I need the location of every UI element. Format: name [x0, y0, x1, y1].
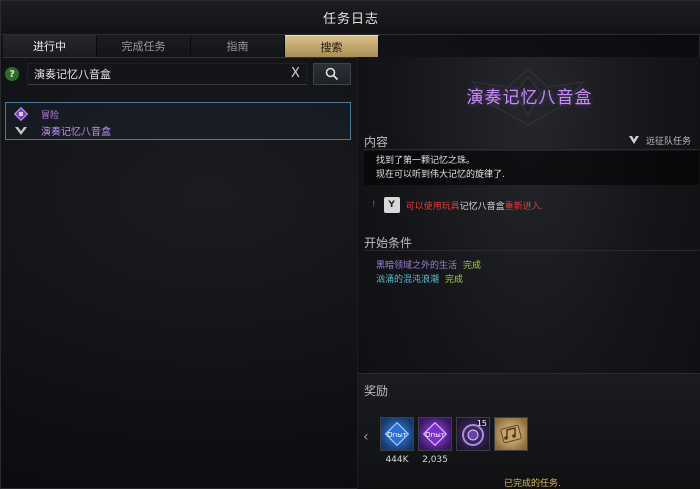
reward-orb[interactable]: 15: [456, 417, 490, 451]
quest-title: 演奏记忆八音盒: [466, 88, 593, 108]
tab-completed[interactable]: 完成任务: [97, 35, 191, 57]
exp-blue-icon: Опыт: [384, 421, 410, 447]
quest-log-window: 任务日志 进行中 完成任务 指南 搜索 ? X 冒险 演奏记忆八音盒: [0, 0, 700, 489]
search-result-item[interactable]: 冒险 演奏记忆八音盒: [5, 102, 351, 140]
purple-diamond-icon: [14, 107, 28, 121]
completed-status: 已完成的任务.: [504, 479, 561, 489]
rewards-prev-arrow[interactable]: ‹: [363, 429, 369, 445]
warning-line: ! Y 可以使用玩具 记忆八音盒 重新进入.: [372, 197, 544, 213]
quest-chevron-icon: [15, 127, 27, 135]
result-category: 冒险: [41, 111, 60, 121]
reward-stack-count: 15: [476, 419, 487, 428]
key-y-icon: Y: [383, 197, 400, 213]
quest-detail-panel: 演奏记忆八音盒 内容 远征队任务 找到了第一颗记忆之珠。 现在可以听到伟大记忆的…: [358, 57, 700, 489]
tab-divider: [3, 57, 379, 58]
conditions-divider: [364, 250, 699, 251]
tab-bar: 进行中 完成任务 指南 搜索: [3, 35, 379, 57]
clear-search-icon[interactable]: X: [291, 66, 300, 81]
magnifier-icon: [325, 67, 339, 81]
exp-purple-icon: Опыт: [422, 421, 448, 447]
search-button[interactable]: [313, 63, 351, 85]
condition-status: 完成: [445, 274, 464, 285]
expedition-icon: [628, 136, 639, 144]
title-bar: 任务日志: [1, 1, 700, 35]
content-heading: 内容: [364, 135, 389, 149]
reward-music-scroll[interactable]: [494, 417, 528, 451]
rewards-heading: 奖励: [364, 384, 389, 398]
condition-name: 汹涌的混沌浪潮: [376, 274, 440, 285]
warning-icon: !: [372, 200, 376, 210]
reward-label: Опыт: [387, 431, 407, 439]
reward-exp-blue[interactable]: Опыт: [380, 417, 414, 451]
reward-exp-purple[interactable]: Опыт: [418, 417, 452, 451]
warning-text-1: 可以使用玩具: [405, 201, 460, 212]
window-title: 任务日志: [322, 12, 379, 27]
content-line: 现在可以听到伟大记忆的旋律了.: [376, 170, 505, 180]
condition-row: 黑暗领域之外的生活 完成: [364, 257, 699, 271]
music-scroll-icon: [500, 424, 522, 444]
conditions-heading: 开始条件: [364, 236, 413, 250]
help-icon[interactable]: ?: [5, 67, 19, 81]
condition-row: 汹涌的混沌浪潮 完成: [364, 271, 699, 285]
search-input[interactable]: [27, 63, 307, 85]
result-name: 演奏记忆八音盒: [41, 127, 111, 138]
content-line: 找到了第一颗记忆之珠。: [376, 156, 476, 166]
warning-item-name: 记忆八音盒: [459, 201, 505, 212]
reward-count: 2,035: [422, 455, 448, 465]
reward-count: 444K: [385, 455, 409, 465]
tab-search[interactable]: 搜索: [285, 35, 379, 57]
content-divider: [364, 149, 699, 150]
quest-type: 远征队任务: [628, 134, 691, 147]
condition-status: 完成: [463, 260, 482, 271]
warning-text-2: 重新进入.: [504, 201, 544, 212]
content-box: 找到了第一颗记忆之珠。 现在可以听到伟大记忆的旋律了.: [364, 151, 699, 185]
condition-name: 黑暗领域之外的生活: [376, 260, 458, 271]
quest-type-label: 远征队任务: [645, 137, 691, 147]
tab-guide[interactable]: 指南: [191, 35, 285, 57]
tab-in-progress[interactable]: 进行中: [3, 35, 97, 57]
search-row: ? X: [5, 63, 351, 85]
reward-label: Опыт: [425, 431, 445, 439]
